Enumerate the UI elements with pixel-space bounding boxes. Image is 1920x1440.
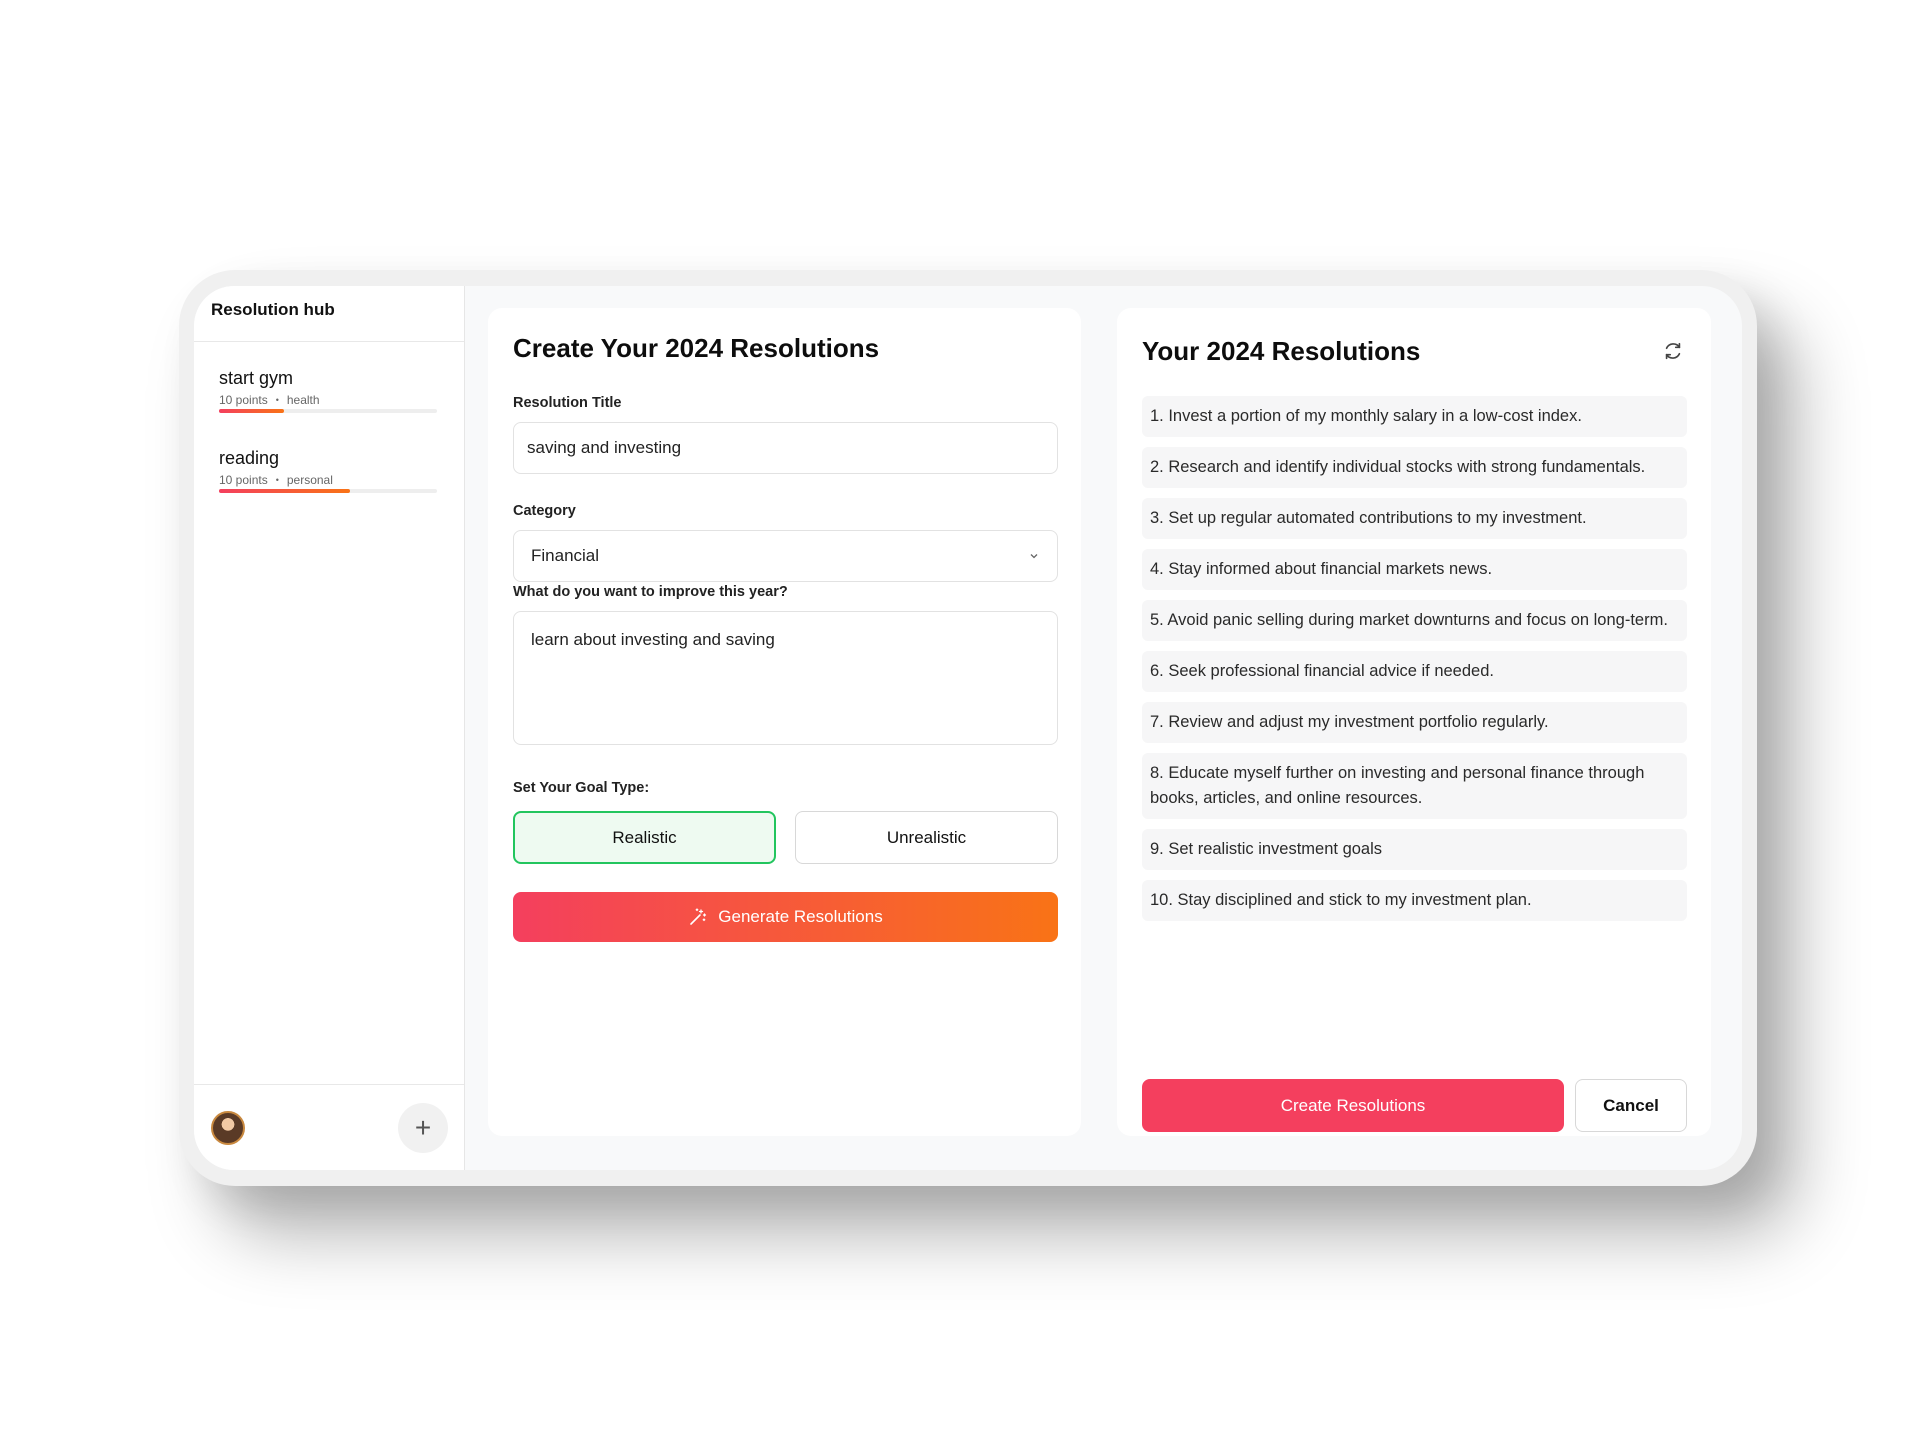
sidebar-title: Resolution hub (194, 286, 464, 342)
chevron-down-icon (1030, 554, 1038, 559)
create-resolutions-button[interactable]: Create Resolutions (1142, 1079, 1564, 1132)
list-item[interactable]: 2. Research and identify individual stoc… (1142, 447, 1687, 488)
avatar[interactable] (211, 1111, 245, 1145)
list-item[interactable]: 5. Avoid panic selling during market dow… (1142, 600, 1687, 641)
list-item[interactable]: 8. Educate myself further on investing a… (1142, 753, 1687, 819)
sidebar-item-start-gym[interactable]: start gym 10 points • health (219, 368, 437, 413)
goal-type-label: Set Your Goal Type: (513, 780, 650, 796)
add-resolution-button[interactable]: + (398, 1103, 448, 1153)
create-form-card: Create Your 2024 Resolutions Resolution … (488, 308, 1081, 1136)
sidebar-footer: + (194, 1084, 464, 1170)
category-select[interactable]: Financial (513, 530, 1058, 582)
refresh-button[interactable] (1661, 340, 1685, 364)
goal-unrealistic-button[interactable]: Unrealistic (795, 811, 1058, 864)
category-label: Category (513, 503, 576, 519)
progress-fill (219, 489, 350, 493)
title-label: Resolution Title (513, 395, 622, 411)
progress-track (219, 489, 437, 493)
goal-realistic-button[interactable]: Realistic (513, 811, 776, 864)
resolution-meta: 10 points • personal (219, 473, 437, 487)
category-value: Financial (531, 546, 600, 565)
generate-resolutions-button[interactable]: Generate Resolutions (513, 892, 1058, 942)
meta-separator: • (275, 395, 279, 405)
resolution-points: 10 points (219, 473, 268, 487)
progress-track (219, 409, 437, 413)
generate-label: Generate Resolutions (718, 907, 883, 926)
list-item[interactable]: 7. Review and adjust my investment portf… (1142, 702, 1687, 743)
list-item[interactable]: 9. Set realistic investment goals (1142, 829, 1687, 870)
app-window: Resolution hub start gym 10 points • hea… (194, 286, 1742, 1170)
results-card: Your 2024 Resolutions 1. Invest a portio… (1117, 308, 1711, 1136)
resolution-list: 1. Invest a portion of my monthly salary… (1142, 396, 1687, 931)
progress-fill (219, 409, 285, 413)
refresh-icon (1665, 342, 1681, 360)
improve-value: learn about investing and saving (531, 630, 775, 649)
results-heading: Your 2024 Resolutions (1142, 336, 1421, 366)
sidebar: Resolution hub start gym 10 points • hea… (194, 286, 465, 1170)
resolution-points: 10 points (219, 393, 268, 407)
improve-label: What do you want to improve this year? (513, 584, 788, 600)
list-item[interactable]: 4. Stay informed about financial markets… (1142, 549, 1687, 590)
resolution-category: personal (286, 473, 333, 487)
list-item[interactable]: 1. Invest a portion of my monthly salary… (1142, 396, 1687, 437)
form-heading: Create Your 2024 Resolutions (513, 333, 880, 363)
title-input[interactable] (513, 422, 1058, 474)
resolution-name: reading (219, 448, 280, 468)
list-item[interactable]: 6. Seek professional financial advice if… (1142, 651, 1687, 692)
sidebar-item-reading[interactable]: reading 10 points • personal (219, 448, 437, 493)
meta-separator: • (275, 475, 279, 485)
magic-wand-icon (690, 908, 707, 925)
resolution-meta: 10 points • health (219, 393, 437, 407)
resolution-name: start gym (219, 368, 294, 388)
plus-icon: + (414, 1112, 432, 1143)
resolution-category: health (286, 393, 320, 407)
list-item[interactable]: 10. Stay disciplined and stick to my inv… (1142, 880, 1687, 921)
cancel-button[interactable]: Cancel (1575, 1079, 1687, 1132)
list-item[interactable]: 3. Set up regular automated contribution… (1142, 498, 1687, 539)
improve-textarea[interactable]: learn about investing and saving (513, 611, 1058, 745)
